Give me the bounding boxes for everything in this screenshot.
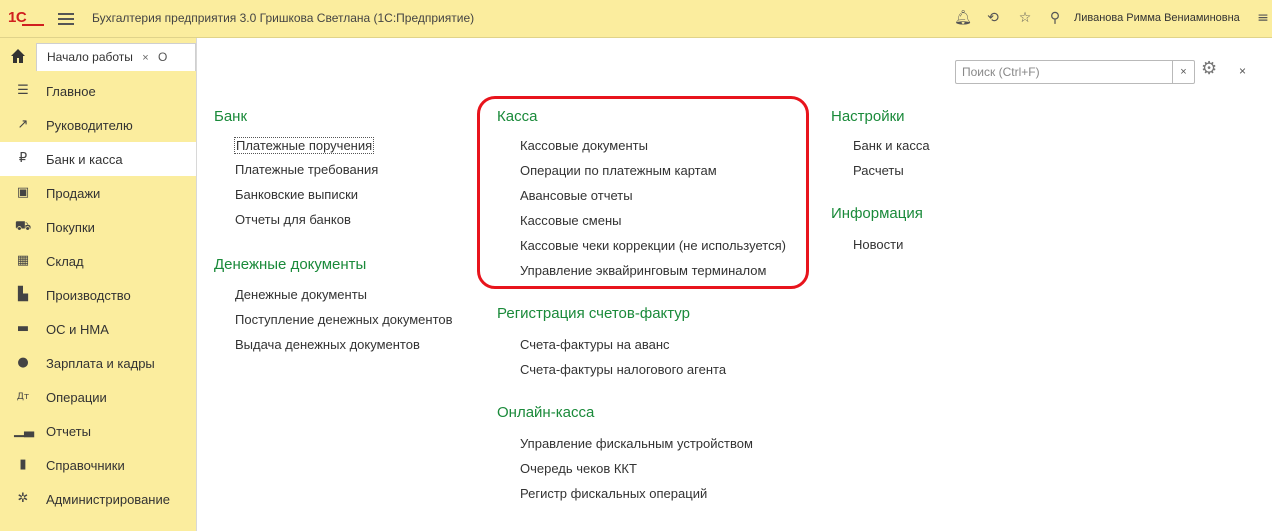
section-title-online-kassa: Онлайн-касса	[497, 404, 595, 421]
menu-icon[interactable]: ≡	[1254, 9, 1272, 27]
sidebar-item-operations[interactable]: Дт Операции	[0, 380, 196, 414]
link-bank-statements[interactable]: Банковские выписки	[235, 187, 358, 202]
sidebar-item-warehouse[interactable]: ▦ Склад	[0, 244, 196, 278]
link-bank-reports[interactable]: Отчеты для банков	[235, 212, 351, 227]
sidebar-item-label: Руководителю	[46, 117, 133, 133]
section-title-info: Информация	[831, 205, 923, 222]
warehouse-icon: ▦	[16, 253, 30, 268]
bag-icon: ▣	[16, 185, 30, 200]
search-icon[interactable]: ⚲	[1046, 9, 1064, 27]
tab-label: Начало работы	[47, 50, 133, 64]
home-icon[interactable]	[10, 48, 26, 64]
link-money-docs[interactable]: Денежные документы	[235, 287, 367, 302]
sidebar: ☰ Главное ↗ Руководителю ₽ Банк и касса …	[0, 74, 196, 531]
sidebar-item-administration[interactable]: ✲ Администрирование	[0, 482, 196, 516]
close-panel-icon[interactable]: ×	[1239, 64, 1246, 78]
link-correction-receipts[interactable]: Кассовые чеки коррекции (не используется…	[520, 238, 786, 253]
main-panel: × ⚙ × Банк Платежные поручения Платежные…	[196, 38, 1272, 531]
user-name[interactable]: Ливанова Римма Вениаминовна	[1074, 12, 1240, 24]
sidebar-item-bank-cash[interactable]: ₽ Банк и касса	[0, 142, 196, 176]
link-money-docs-issue[interactable]: Выдача денежных документов	[235, 337, 420, 352]
link-settings-settlements[interactable]: Расчеты	[853, 163, 904, 178]
sidebar-item-references[interactable]: ▮ Справочники	[0, 448, 196, 482]
title-bar: 1С Бухгалтерия предприятия 3.0 Гришкова …	[0, 0, 1272, 38]
production-icon: ▙	[18, 287, 28, 302]
hamburger-menu-icon[interactable]	[58, 10, 74, 26]
logo-underline	[22, 24, 44, 26]
search-clear-icon[interactable]: ×	[1172, 61, 1194, 83]
link-settings-bank-cash[interactable]: Банк и касса	[853, 138, 930, 153]
search-input[interactable]	[956, 61, 1172, 83]
section-title-settings: Настройки	[831, 108, 905, 125]
tab-start-page[interactable]: Начало работы × О	[36, 43, 196, 71]
ruble-icon: ₽	[18, 151, 28, 166]
link-tax-agent-invoices[interactable]: Счета-фактуры налогового агента	[520, 362, 726, 377]
settings-gear-icon[interactable]: ⚙	[1201, 58, 1227, 84]
tab-close-icon[interactable]: ×	[142, 52, 148, 64]
sidebar-item-label: Покупки	[46, 219, 95, 235]
sidebar-item-label: ОС и НМА	[46, 321, 109, 337]
sidebar-item-sales[interactable]: ▣ Продажи	[0, 176, 196, 210]
sidebar-item-label: Банк и касса	[46, 151, 123, 167]
link-cash-shifts[interactable]: Кассовые смены	[520, 213, 621, 228]
sidebar-item-salary[interactable]: ● Зарплата и кадры	[0, 346, 196, 380]
trend-icon: ↗	[17, 117, 29, 132]
sidebar-item-label: Операции	[46, 389, 107, 405]
link-payment-orders[interactable]: Платежные поручения	[234, 137, 375, 154]
section-title-invoices: Регистрация счетов-фактур	[497, 305, 690, 322]
tab-bar: Начало работы × О	[0, 38, 196, 74]
sidebar-item-label: Справочники	[46, 457, 125, 473]
sidebar-item-reports[interactable]: ▁▃ Отчеты	[0, 414, 196, 448]
link-cash-documents[interactable]: Кассовые документы	[520, 138, 648, 153]
cart-icon: ⛟	[14, 219, 32, 234]
link-fiscal-register[interactable]: Регистр фискальных операций	[520, 486, 707, 501]
sidebar-item-label: Производство	[46, 287, 131, 303]
history-icon[interactable]: ⟲	[984, 9, 1002, 27]
bell-icon[interactable]: 🔔︎	[954, 9, 972, 27]
sidebar-item-fixed-assets[interactable]: ▬ ОС и НМА	[0, 312, 196, 346]
gear-icon: ✲	[17, 491, 29, 506]
person-icon: ●	[17, 355, 29, 370]
sidebar-item-label: Склад	[46, 253, 84, 269]
link-acquiring-terminal[interactable]: Управление эквайринговым терминалом	[520, 263, 766, 278]
sidebar-item-production[interactable]: ▙ Производство	[0, 278, 196, 312]
section-title-bank: Банк	[214, 108, 248, 125]
link-card-operations[interactable]: Операции по платежным картам	[520, 163, 717, 178]
book-icon: ▮	[19, 457, 27, 472]
section-title-kassa: Касса	[497, 108, 538, 125]
sidebar-item-purchases[interactable]: ⛟ Покупки	[0, 210, 196, 244]
link-news[interactable]: Новости	[853, 237, 903, 252]
search-box: ×	[955, 60, 1195, 84]
list-icon: ☰	[17, 83, 29, 98]
link-money-docs-receipt[interactable]: Поступление денежных документов	[235, 312, 453, 327]
sidebar-item-manager[interactable]: ↗ Руководителю	[0, 108, 196, 142]
sidebar-item-label: Отчеты	[46, 423, 91, 439]
dt-kt-icon: Дт	[16, 392, 30, 402]
sidebar-item-label: Продажи	[46, 185, 101, 201]
bar-chart-icon: ▁▃	[14, 423, 34, 438]
truck-icon: ▬	[16, 321, 30, 336]
link-payment-requests[interactable]: Платежные требования	[235, 162, 378, 177]
link-kkt-queue[interactable]: Очередь чеков ККТ	[520, 461, 637, 476]
link-advance-reports[interactable]: Авансовые отчеты	[520, 188, 633, 203]
sidebar-item-main[interactable]: ☰ Главное	[0, 74, 196, 108]
sidebar-item-label: Зарплата и кадры	[46, 355, 155, 371]
link-advance-invoices[interactable]: Счета-фактуры на аванс	[520, 337, 670, 352]
next-tab-partial[interactable]: О	[158, 50, 167, 64]
star-icon[interactable]: ☆	[1016, 9, 1034, 27]
app-title: Бухгалтерия предприятия 3.0 Гришкова Све…	[92, 11, 475, 25]
sidebar-item-label: Главное	[46, 83, 96, 99]
sidebar-item-label: Администрирование	[46, 491, 170, 507]
section-title-money-docs: Денежные документы	[214, 256, 367, 273]
link-fiscal-device[interactable]: Управление фискальным устройством	[520, 436, 753, 451]
